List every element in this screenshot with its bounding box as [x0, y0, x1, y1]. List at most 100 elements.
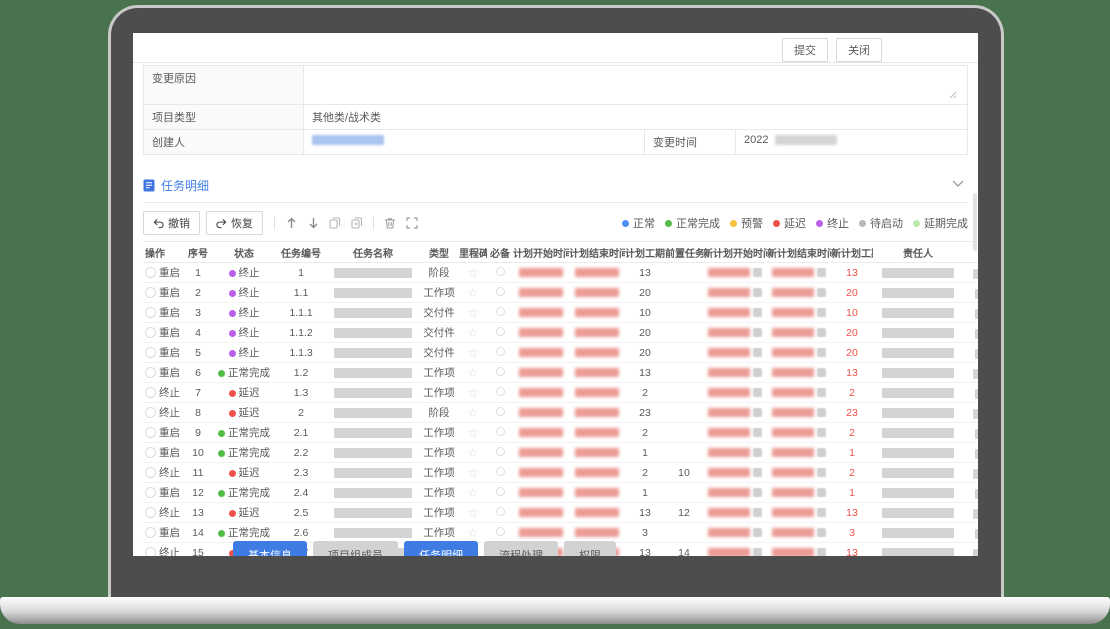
redo-button[interactable]: 恢复 [206, 211, 263, 235]
op-link[interactable]: 重启 [159, 307, 180, 319]
row-select-radio[interactable] [145, 427, 156, 438]
required-circle-icon[interactable] [496, 427, 505, 436]
row-select-radio[interactable] [145, 267, 156, 278]
date-picker-icon[interactable] [753, 268, 762, 277]
date-picker-icon[interactable] [753, 548, 762, 556]
date-picker-icon[interactable] [817, 508, 826, 517]
date-picker-icon[interactable] [817, 388, 826, 397]
row-select-radio[interactable] [145, 527, 156, 538]
scrollbar-thumb[interactable] [973, 193, 977, 251]
row-select-radio[interactable] [145, 507, 156, 518]
tab-任务明细[interactable]: 任务明细 [404, 541, 478, 556]
op-link[interactable]: 重启 [159, 367, 180, 379]
resize-grip-icon[interactable] [949, 91, 957, 99]
date-picker-icon[interactable] [753, 468, 762, 477]
op-link[interactable]: 重启 [159, 327, 180, 339]
date-picker-icon[interactable] [817, 348, 826, 357]
required-circle-icon[interactable] [496, 487, 505, 496]
date-picker-icon[interactable] [753, 288, 762, 297]
required-circle-icon[interactable] [496, 287, 505, 296]
date-picker-icon[interactable] [817, 408, 826, 417]
required-circle-icon[interactable] [496, 507, 505, 516]
move-up-icon[interactable] [280, 214, 302, 232]
row-select-radio[interactable] [145, 467, 156, 478]
milestone-star-icon[interactable]: ☆ [468, 506, 479, 520]
delete-icon[interactable] [379, 214, 401, 232]
date-picker-icon[interactable] [753, 368, 762, 377]
required-circle-icon[interactable] [496, 407, 505, 416]
op-link[interactable]: 重启 [159, 527, 180, 539]
required-circle-icon[interactable] [496, 467, 505, 476]
fullscreen-icon[interactable] [401, 214, 423, 232]
creator-value[interactable] [304, 130, 644, 154]
milestone-star-icon[interactable]: ☆ [468, 466, 479, 480]
op-link[interactable]: 终止 [159, 507, 180, 519]
row-select-radio[interactable] [145, 407, 156, 418]
op-link[interactable]: 重启 [159, 487, 180, 499]
date-picker-icon[interactable] [817, 548, 826, 556]
tab-基本信息[interactable]: 基本信息 [233, 541, 307, 556]
milestone-star-icon[interactable]: ☆ [468, 386, 479, 400]
op-link[interactable]: 终止 [159, 387, 180, 399]
date-picker-icon[interactable] [753, 528, 762, 537]
date-picker-icon[interactable] [817, 428, 826, 437]
required-circle-icon[interactable] [496, 367, 505, 376]
date-picker-icon[interactable] [817, 288, 826, 297]
date-picker-icon[interactable] [753, 508, 762, 517]
milestone-star-icon[interactable]: ☆ [468, 486, 479, 500]
required-circle-icon[interactable] [496, 347, 505, 356]
close-button[interactable]: 关闭 [836, 38, 882, 62]
date-picker-icon[interactable] [753, 308, 762, 317]
date-picker-icon[interactable] [753, 348, 762, 357]
milestone-star-icon[interactable]: ☆ [468, 446, 479, 460]
row-select-radio[interactable] [145, 367, 156, 378]
tab-权限[interactable]: 权限 [564, 541, 616, 556]
required-circle-icon[interactable] [496, 527, 505, 536]
row-select-radio[interactable] [145, 487, 156, 498]
milestone-star-icon[interactable]: ☆ [468, 406, 479, 420]
milestone-star-icon[interactable]: ☆ [468, 526, 479, 540]
row-select-radio[interactable] [145, 547, 156, 556]
undo-button[interactable]: 撤销 [143, 211, 200, 235]
date-picker-icon[interactable] [753, 388, 762, 397]
row-select-radio[interactable] [145, 327, 156, 338]
required-circle-icon[interactable] [496, 387, 505, 396]
op-link[interactable]: 重启 [159, 287, 180, 299]
required-circle-icon[interactable] [496, 267, 505, 276]
row-select-radio[interactable] [145, 387, 156, 398]
date-picker-icon[interactable] [753, 408, 762, 417]
date-picker-icon[interactable] [753, 488, 762, 497]
chevron-down-icon[interactable] [952, 180, 964, 188]
date-picker-icon[interactable] [753, 428, 762, 437]
date-picker-icon[interactable] [817, 468, 826, 477]
op-link[interactable]: 重启 [159, 447, 180, 459]
op-link[interactable]: 终止 [159, 407, 180, 419]
row-select-radio[interactable] [145, 287, 156, 298]
date-picker-icon[interactable] [817, 488, 826, 497]
row-select-radio[interactable] [145, 307, 156, 318]
milestone-star-icon[interactable]: ☆ [468, 366, 479, 380]
tab-项目组成员[interactable]: 项目组成员 [313, 541, 398, 556]
date-picker-icon[interactable] [817, 328, 826, 337]
op-link[interactable]: 重启 [159, 347, 180, 359]
date-picker-icon[interactable] [817, 268, 826, 277]
op-link[interactable]: 重启 [159, 427, 180, 439]
milestone-star-icon[interactable]: ☆ [468, 346, 479, 360]
milestone-star-icon[interactable]: ☆ [468, 266, 479, 280]
submit-button[interactable]: 提交 [782, 38, 828, 62]
milestone-star-icon[interactable]: ☆ [468, 426, 479, 440]
op-link[interactable]: 重启 [159, 267, 180, 279]
required-circle-icon[interactable] [496, 447, 505, 456]
copy-icon[interactable] [324, 214, 346, 232]
op-link[interactable]: 终止 [159, 547, 180, 556]
date-picker-icon[interactable] [753, 328, 762, 337]
milestone-star-icon[interactable]: ☆ [468, 326, 479, 340]
date-picker-icon[interactable] [817, 368, 826, 377]
milestone-star-icon[interactable]: ☆ [468, 286, 479, 300]
milestone-star-icon[interactable]: ☆ [468, 306, 479, 320]
date-picker-icon[interactable] [753, 448, 762, 457]
required-circle-icon[interactable] [496, 327, 505, 336]
date-picker-icon[interactable] [817, 528, 826, 537]
op-link[interactable]: 终止 [159, 467, 180, 479]
move-down-icon[interactable] [302, 214, 324, 232]
